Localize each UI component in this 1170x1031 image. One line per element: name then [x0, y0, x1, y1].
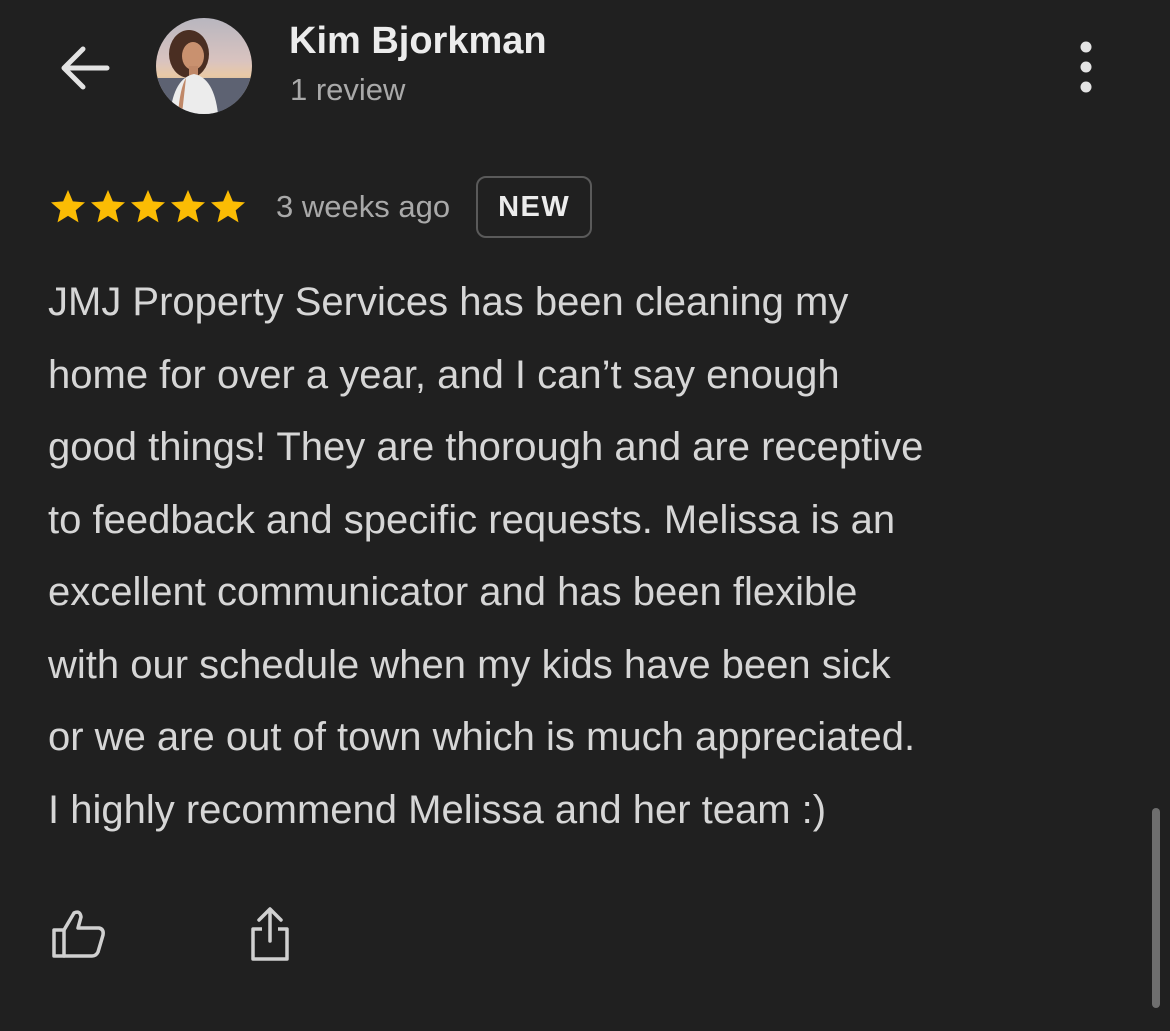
review-text-line: to feedback and specific requests. Melis… [48, 497, 896, 542]
rating-row: 3 weeks ago NEW [48, 174, 593, 240]
star-rating [48, 187, 248, 227]
author-name[interactable]: Kim Bjorkman [289, 20, 547, 63]
more-options-button[interactable] [1062, 36, 1110, 98]
star-icon [91, 190, 125, 223]
review-text-line: with our schedule when my kids have been… [48, 642, 891, 687]
star-icon [211, 190, 245, 223]
scrollbar-thumb[interactable] [1152, 808, 1160, 1008]
share-button[interactable] [240, 898, 300, 970]
avatar[interactable] [156, 18, 252, 114]
thumbs-up-icon [52, 910, 105, 958]
like-button[interactable] [44, 900, 114, 968]
share-icon [251, 907, 289, 961]
review-text-line: good things! They are thorough and are r… [48, 425, 924, 469]
review-text: JMJ Property Services has been cleaning … [48, 266, 1123, 846]
more-vertical-icon [1080, 41, 1092, 93]
new-badge: NEW [476, 176, 593, 238]
star-icon [171, 190, 205, 223]
review-text-line: home for over a year, and I can’t say en… [48, 352, 840, 397]
review-text-line: JMJ Property Services has been cleaning … [48, 280, 849, 324]
review-time: 3 weeks ago [276, 189, 451, 224]
review-text-line: excellent communicator and has been flex… [48, 570, 858, 614]
review-text-line: I highly recommend Melissa and her team … [48, 787, 827, 832]
back-button[interactable] [52, 38, 116, 98]
star-icon [131, 190, 165, 223]
star-icon [51, 190, 85, 223]
review-count: 1 review [290, 72, 406, 107]
arrow-left-icon [61, 46, 110, 90]
review-text-line: or we are out of town which is much appr… [48, 715, 916, 759]
